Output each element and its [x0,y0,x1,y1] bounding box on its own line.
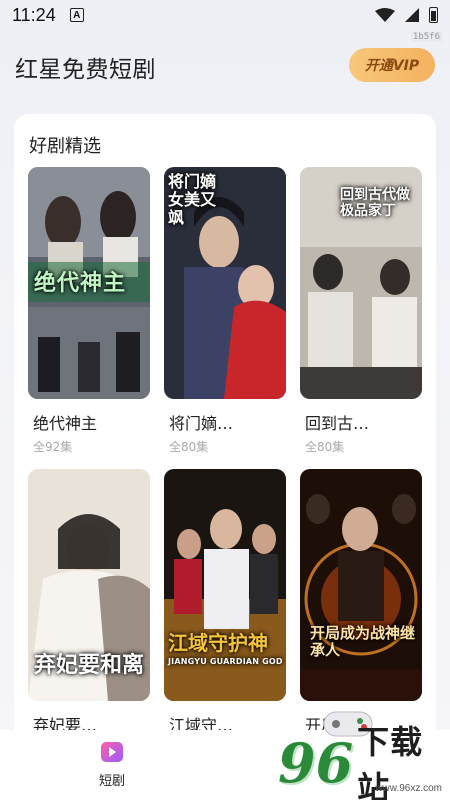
drama-card[interactable]: 回到古代做极品家丁 回到古… 全80集 [300,167,422,455]
watermark: 96 下载站 www.96xz.com [278,723,448,800]
poster-title: 弃妃要和离 [34,653,145,678]
corner-tag: 1b5f6 [410,32,442,42]
featured-section: 好剧精选 绝代神主 绝代神主 全92集 将门嫡女美又飒 将门嫡… 全80集 回到… [14,114,436,754]
drama-card[interactable]: 江域守护神 JIANGYU GUARDIAN GOD 江域守… [164,469,286,736]
app-title: 红星免费短剧 [15,57,156,83]
drama-card[interactable]: 弃妃要和离 弃妃要… [28,469,150,736]
drama-poster[interactable]: 江域守护神 JIANGYU GUARDIAN GOD [164,469,286,701]
drama-title: 回到古… [305,414,370,433]
status-icons [375,7,438,23]
drama-card[interactable]: 绝代神主 绝代神主 全92集 [28,167,150,455]
poster-title: 江域守护神 [168,631,268,655]
accessibility-a-icon: A [69,8,84,22]
drama-grid: 绝代神主 绝代神主 全92集 将门嫡女美又飒 将门嫡… 全80集 回到古代做极品… [28,167,422,736]
drama-card[interactable]: 开局成为战神继承人 开局成… [300,469,422,736]
watermark-number: 96 [278,731,354,795]
drama-poster[interactable]: 绝代神主 [28,167,150,399]
signal-icon [405,8,419,22]
poster-title: 将门嫡女美又飒 [168,172,217,227]
drama-card[interactable]: 将门嫡女美又飒 将门嫡… 全80集 [164,167,286,455]
episode-count: 全80集 [169,440,209,454]
status-time: 11:24 [12,4,56,25]
drama-poster[interactable]: 弃妃要和离 [28,469,150,701]
poster-title: 绝代神主 [34,271,127,296]
open-vip-button[interactable]: 开通VIP [349,48,435,82]
episode-count: 全80集 [305,440,345,454]
poster-title: 开局成为战神继承人 [310,624,416,659]
drama-poster[interactable]: 开局成为战神继承人 [300,469,422,701]
drama-title: 将门嫡… [169,414,234,433]
poster-title: 回到古代做极品家丁 [340,187,410,219]
wifi-icon [375,8,395,22]
drama-title: 绝代神主 [33,414,98,433]
drama-poster[interactable]: 将门嫡女美又飒 [164,167,286,399]
section-title: 好剧精选 [29,136,101,157]
nav-label: 短剧 [98,774,125,789]
drama-poster[interactable]: 回到古代做极品家丁 [300,167,422,399]
drama-play-icon [101,742,123,762]
battery-icon [429,7,438,23]
episode-count: 全92集 [33,440,73,454]
nav-item-drama[interactable]: 短剧 [90,742,134,789]
status-bar: 11:24 A [0,0,450,30]
watermark-url: www.96xz.com [375,783,442,794]
poster-subtitle: JIANGYU GUARDIAN GOD [168,657,283,666]
